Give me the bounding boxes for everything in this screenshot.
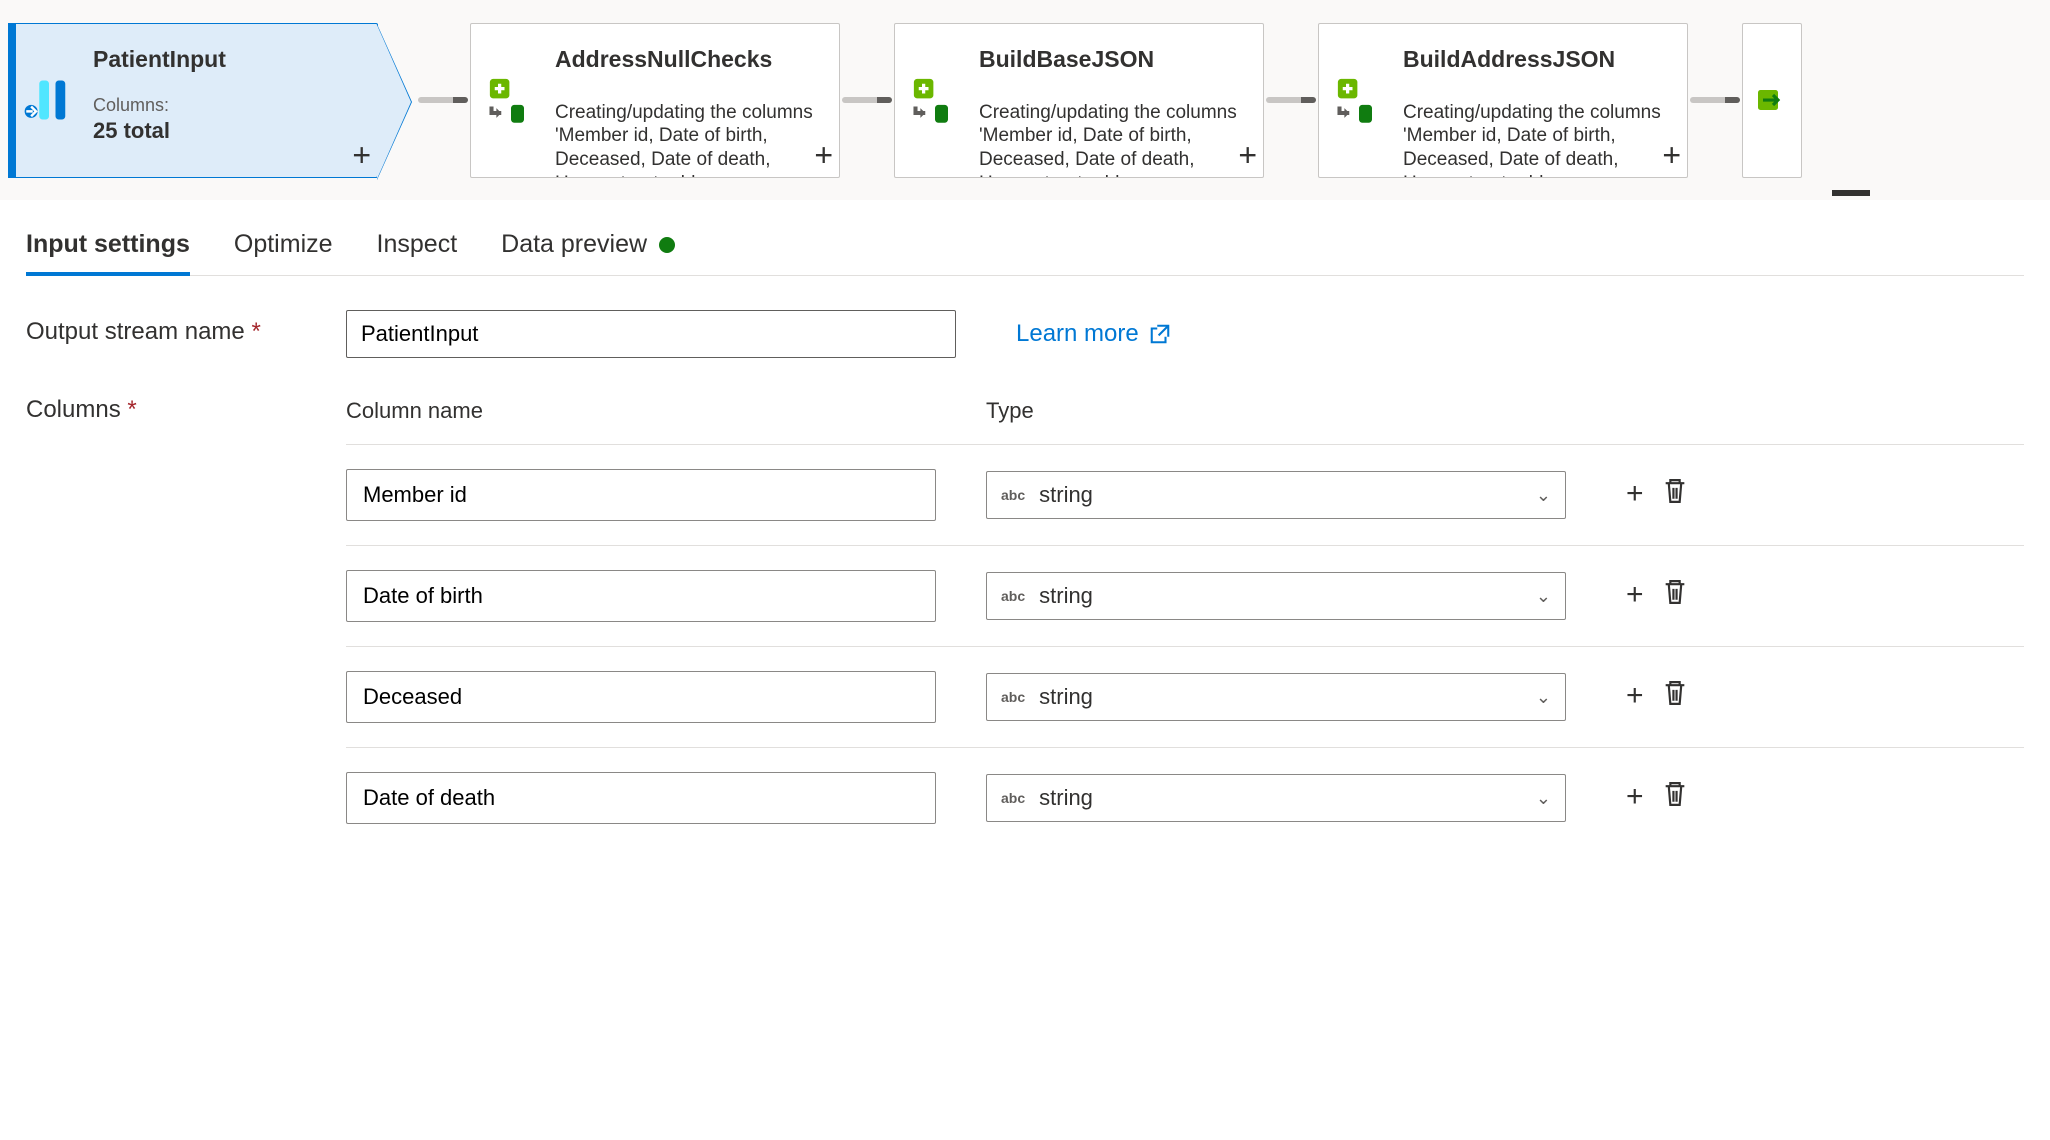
learn-more-link[interactable]: Learn more (1016, 320, 1171, 348)
column-name-input[interactable] (346, 671, 936, 723)
node-desc: Creating/updating the columns 'Member id… (1403, 101, 1671, 177)
abc-icon: abc (1001, 790, 1025, 806)
derived-column-icon (471, 24, 551, 177)
columns-total: 25 total (93, 118, 361, 144)
type-value: string (1039, 583, 1093, 609)
col-header-type: Type (986, 398, 1034, 424)
abc-icon: abc (1001, 487, 1025, 503)
external-link-icon (1149, 323, 1171, 345)
chevron-down-icon: ⌄ (1536, 687, 1551, 708)
delete-column-button[interactable] (1662, 477, 1688, 513)
column-row: abc string ⌄ + (346, 747, 2024, 848)
sink-icon (1743, 24, 1803, 177)
derived-column-icon (895, 24, 975, 177)
tab-data-preview[interactable]: Data preview (501, 220, 675, 275)
node-desc: Creating/updating the columns 'Member id… (979, 101, 1247, 177)
panel-resize-handle[interactable] (1832, 190, 1870, 196)
column-type-select[interactable]: abc string ⌄ (986, 572, 1566, 620)
column-type-select[interactable]: abc string ⌄ (986, 774, 1566, 822)
columns-label: Columns: (93, 95, 169, 115)
add-after-button[interactable]: + (814, 139, 833, 171)
tab-input-settings[interactable]: Input settings (26, 220, 190, 275)
add-column-button[interactable]: + (1626, 780, 1644, 816)
node-title: PatientInput (93, 46, 361, 73)
column-name-input[interactable] (346, 772, 936, 824)
abc-icon: abc (1001, 689, 1025, 705)
column-row: abc string ⌄ + (346, 444, 2024, 545)
node-title: BuildAddressJSON (1403, 46, 1671, 73)
tab-inspect[interactable]: Inspect (377, 220, 458, 275)
node-buildbasejson[interactable]: BuildBaseJSON Creating/updating the colu… (894, 23, 1264, 178)
add-column-button[interactable]: + (1626, 578, 1644, 614)
add-after-button[interactable]: + (1662, 139, 1681, 171)
connector (1690, 97, 1740, 103)
tabs: Input settings Optimize Inspect Data pre… (26, 220, 2024, 276)
status-dot-icon (659, 237, 675, 253)
node-addressnullchecks[interactable]: AddressNullChecks Creating/updating the … (470, 23, 840, 178)
column-row: abc string ⌄ + (346, 646, 2024, 747)
delete-column-button[interactable] (1662, 679, 1688, 715)
add-column-button[interactable]: + (1626, 679, 1644, 715)
output-stream-label: Output stream name * (26, 310, 346, 358)
column-name-input[interactable] (346, 469, 936, 521)
node-buildaddressjson[interactable]: BuildAddressJSON Creating/updating the c… (1318, 23, 1688, 178)
chevron-down-icon: ⌄ (1536, 788, 1551, 809)
column-row: abc string ⌄ + (346, 545, 2024, 646)
abc-icon: abc (1001, 588, 1025, 604)
connector (418, 97, 468, 103)
add-column-button[interactable]: + (1626, 477, 1644, 513)
node-desc: Creating/updating the columns 'Member id… (555, 101, 823, 177)
add-after-button[interactable]: + (1238, 139, 1257, 171)
derived-column-icon (1319, 24, 1399, 177)
chevron-down-icon: ⌄ (1536, 485, 1551, 506)
source-icon (9, 24, 89, 177)
add-after-button[interactable]: + (352, 139, 371, 171)
chevron-down-icon: ⌄ (1536, 586, 1551, 607)
output-stream-input[interactable] (346, 310, 956, 358)
connector (1266, 97, 1316, 103)
column-type-select[interactable]: abc string ⌄ (986, 673, 1566, 721)
node-title: AddressNullChecks (555, 46, 823, 73)
type-value: string (1039, 482, 1093, 508)
type-value: string (1039, 684, 1093, 710)
dataflow-canvas[interactable]: PatientInput Columns: 25 total + (0, 0, 2050, 200)
delete-column-button[interactable] (1662, 578, 1688, 614)
node-next[interactable] (1742, 23, 1802, 178)
column-type-select[interactable]: abc string ⌄ (986, 471, 1566, 519)
node-title: BuildBaseJSON (979, 46, 1247, 73)
columns-label: Columns * (26, 388, 346, 848)
tab-optimize[interactable]: Optimize (234, 220, 333, 275)
delete-column-button[interactable] (1662, 780, 1688, 816)
node-patientinput[interactable]: PatientInput Columns: 25 total + (8, 23, 378, 178)
detail-panel: Input settings Optimize Inspect Data pre… (0, 200, 2050, 898)
type-value: string (1039, 785, 1093, 811)
col-header-name: Column name (346, 398, 986, 424)
column-name-input[interactable] (346, 570, 936, 622)
connector (842, 97, 892, 103)
